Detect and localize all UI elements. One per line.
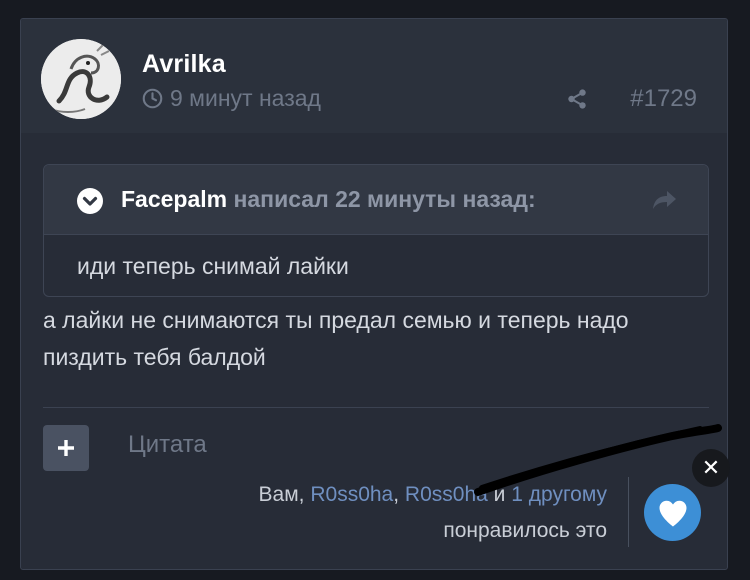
heart-icon bbox=[659, 500, 686, 526]
likes-prefix: Вам, bbox=[258, 483, 305, 506]
avatar-image bbox=[41, 39, 121, 119]
quote-author[interactable]: Facepalm bbox=[121, 186, 227, 212]
avatar[interactable] bbox=[41, 39, 121, 119]
post-time[interactable]: 9 минут назад bbox=[142, 85, 321, 112]
quote-action: написал 22 минуты назад: bbox=[233, 186, 536, 212]
likes-comma: , bbox=[393, 483, 400, 506]
likes-suffix: понравилось это bbox=[443, 519, 607, 542]
like-button[interactable] bbox=[644, 484, 701, 541]
reply-arrow-icon[interactable] bbox=[652, 189, 678, 211]
post-card: Avrilka 9 минут назад #1729 Facepalm нап… bbox=[20, 18, 728, 570]
liker-link[interactable]: R0ss0ha bbox=[405, 483, 488, 506]
post-header: Avrilka 9 минут назад #1729 bbox=[21, 19, 727, 133]
quote-block: Facepalm написал 22 минуты назад: иди те… bbox=[43, 164, 709, 297]
chevron-down-icon[interactable] bbox=[77, 188, 103, 214]
cite-button[interactable]: Цитата bbox=[128, 431, 207, 459]
divider-vertical bbox=[628, 477, 629, 547]
post-number[interactable]: #1729 bbox=[630, 85, 697, 113]
share-icon[interactable] bbox=[566, 88, 588, 110]
quote-title: Facepalm написал 22 минуты назад: bbox=[121, 186, 536, 213]
likes-and: и bbox=[493, 483, 506, 506]
other-likers-link[interactable]: 1 другому bbox=[511, 483, 607, 506]
likes-summary: Вам, R0ss0ha, R0ss0ha и 1 другому понрав… bbox=[259, 477, 607, 549]
likes-line-1: Вам, R0ss0ha, R0ss0ha и 1 другому bbox=[259, 477, 607, 513]
clock-icon bbox=[142, 88, 163, 109]
plus-icon bbox=[58, 440, 74, 456]
quote-text: иди теперь снимай лайки bbox=[77, 253, 349, 279]
post-content: а лайки не снимаются ты предал семью и т… bbox=[43, 307, 629, 370]
liker-link[interactable]: R0ss0ha bbox=[310, 483, 393, 506]
close-icon[interactable]: ✕ bbox=[692, 449, 730, 487]
add-quote-button[interactable] bbox=[43, 425, 89, 471]
quote-header: Facepalm написал 22 минуты назад: bbox=[44, 165, 708, 235]
divider bbox=[43, 407, 709, 408]
author-name[interactable]: Avrilka bbox=[142, 50, 226, 79]
post-time-text: 9 минут назад bbox=[170, 85, 321, 111]
